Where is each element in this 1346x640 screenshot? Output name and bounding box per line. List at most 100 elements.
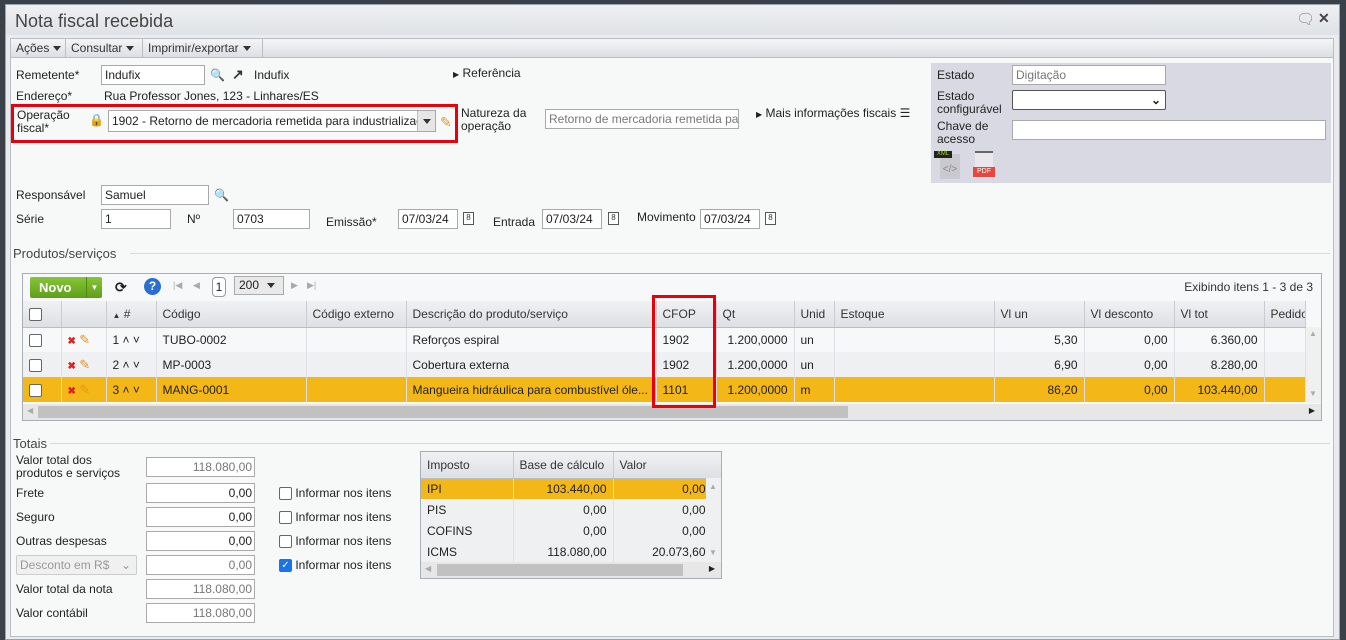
checkbox[interactable] xyxy=(279,487,292,501)
delete-icon[interactable]: ✖ xyxy=(68,361,76,372)
consultar-menu[interactable]: Consultar xyxy=(66,39,143,57)
search-icon[interactable]: 🔍 xyxy=(214,188,229,202)
delete-icon[interactable]: ✖ xyxy=(68,386,76,397)
informar-nos-itens-checkbox[interactable]: Informar nos itens xyxy=(279,511,391,525)
column-header-base[interactable]: Base de cálculo xyxy=(513,452,614,479)
table-row[interactable]: PIS 0,00 0,00 xyxy=(421,499,707,520)
table-row[interactable]: ICMS 118.080,00 20.073,60 xyxy=(421,541,707,562)
external-link-icon[interactable]: ↗ xyxy=(232,67,244,81)
column-header-codigo-externo[interactable]: Código externo xyxy=(306,301,407,328)
frete-input[interactable]: 0,00 xyxy=(146,483,255,503)
remetente-link[interactable]: Indufix xyxy=(254,69,289,82)
move-up-icon[interactable]: ˄ xyxy=(123,333,130,347)
outras-despesas-input[interactable]: 0,00 xyxy=(146,531,255,551)
column-header-valor[interactable]: Valor xyxy=(613,452,707,479)
chave-input[interactable] xyxy=(1012,120,1326,140)
vertical-scrollbar[interactable]: ▲ ▼ xyxy=(706,478,721,562)
seguro-input[interactable]: 0,00 xyxy=(146,507,255,527)
move-down-icon[interactable]: ˅ xyxy=(133,333,140,347)
page-input[interactable]: 1 xyxy=(212,277,226,297)
informar-nos-itens-checkbox[interactable]: Informar nos itens xyxy=(279,487,391,501)
pdf-download-icon[interactable]: PDF xyxy=(973,151,997,179)
desconto-type-select[interactable]: Desconto em R$ ⌄ xyxy=(16,555,137,575)
imprimir-menu[interactable]: Imprimir/exportar xyxy=(143,39,263,57)
comment-icon[interactable]: 🗨 xyxy=(1296,10,1315,28)
column-header-vl-tot[interactable]: Vl tot xyxy=(1174,301,1265,328)
pencil-icon[interactable]: ✎ xyxy=(79,382,90,397)
move-down-icon[interactable]: ˅ xyxy=(133,358,140,372)
calendar-icon[interactable]: 8 xyxy=(765,212,776,225)
remetente-input[interactable]: Indufix xyxy=(101,65,205,85)
help-icon[interactable]: ? xyxy=(144,278,161,295)
pencil-icon[interactable]: ✎ xyxy=(440,115,452,129)
move-up-icon[interactable]: ˄ xyxy=(123,358,130,372)
responsavel-input[interactable]: Samuel xyxy=(101,185,209,205)
dropdown-icon[interactable] xyxy=(417,111,435,131)
row-checkbox[interactable] xyxy=(23,352,62,377)
column-header-vl-desconto[interactable]: Vl desconto xyxy=(1084,301,1175,328)
informar-nos-itens-checkbox[interactable]: ✓ Informar nos itens xyxy=(279,559,391,573)
search-icon[interactable]: 🔍 xyxy=(210,68,225,82)
column-header-codigo[interactable]: Código xyxy=(156,301,307,328)
serie-input[interactable]: 1 xyxy=(101,209,171,229)
operacao-label: Operação fiscal* xyxy=(17,108,70,135)
entrada-input[interactable]: 07/03/24 xyxy=(542,209,602,229)
checkbox[interactable]: ✓ xyxy=(279,559,292,573)
emissao-input[interactable]: 07/03/24 xyxy=(398,209,458,229)
movimento-input[interactable]: 07/03/24 xyxy=(700,209,760,229)
first-page-icon[interactable]: |◀ xyxy=(173,280,182,291)
novo-button[interactable]: Novo ▼ xyxy=(30,277,102,298)
vertical-scrollbar[interactable]: ▲ ▼ xyxy=(1306,327,1321,403)
column-header-qt[interactable]: Qt xyxy=(716,301,795,328)
cell-vl-desconto: 0,00 xyxy=(1084,352,1175,377)
pencil-icon[interactable]: ✎ xyxy=(79,332,90,347)
table-row[interactable]: COFINS 0,00 0,00 xyxy=(421,520,707,541)
select-all-checkbox[interactable] xyxy=(23,301,62,328)
estado-input[interactable]: Digitação xyxy=(1012,65,1166,85)
valor-nota-input[interactable]: 118.080,00 xyxy=(146,579,255,599)
row-actions: ✖ ✎ xyxy=(61,352,107,377)
horizontal-scrollbar[interactable]: ◀ ▶ xyxy=(421,562,721,578)
natureza-input[interactable]: Retorno de mercadoria remetida para indu… xyxy=(545,109,739,129)
column-header-estoque[interactable]: Estoque xyxy=(834,301,995,328)
novo-dropdown-icon[interactable]: ▼ xyxy=(86,277,102,298)
checkbox[interactable] xyxy=(279,535,292,549)
move-down-icon[interactable]: ˅ xyxy=(133,383,140,397)
informar-nos-itens-checkbox[interactable]: Informar nos itens xyxy=(279,535,391,549)
next-page-icon[interactable]: ▶ xyxy=(291,280,298,291)
operacao-select[interactable]: 1902 - Retorno de mercadoria remetida pa… xyxy=(108,110,436,132)
numero-input[interactable]: 0703 xyxy=(233,209,310,229)
cell-descricao: Mangueira hidráulica para combustível ól… xyxy=(406,377,657,402)
column-header-vl-un[interactable]: Vl un xyxy=(994,301,1085,328)
mais-info-toggle[interactable]: ▶ Mais informações fiscais ☰ xyxy=(756,107,910,121)
xml-download-icon[interactable]: </> XML xyxy=(934,151,962,179)
table-row[interactable]: IPI 103.440,00 0,00 xyxy=(421,478,707,499)
estado-configuravel-select[interactable]: ⌄ xyxy=(1012,90,1166,110)
acoes-menu[interactable]: Ações xyxy=(11,39,66,57)
caret-down-icon xyxy=(53,46,62,52)
column-header-descricao[interactable]: Descrição do produto/serviço xyxy=(406,301,657,328)
move-up-icon[interactable]: ˄ xyxy=(123,383,130,397)
valor-produtos-input[interactable]: 118.080,00 xyxy=(146,457,255,477)
valor-contabil-input[interactable]: 118.080,00 xyxy=(146,603,255,623)
pencil-icon[interactable]: ✎ xyxy=(79,357,90,372)
refresh-icon[interactable]: ⟳ xyxy=(115,279,127,296)
prev-page-icon[interactable]: ◀ xyxy=(193,280,200,291)
close-icon[interactable]: ✕ xyxy=(1318,10,1330,27)
calendar-icon[interactable]: 8 xyxy=(463,212,474,225)
referencia-toggle[interactable]: ▶ Referência xyxy=(453,67,521,81)
column-header-number[interactable]: ▲ # xyxy=(106,301,157,328)
last-page-icon[interactable]: ▶| xyxy=(307,280,316,291)
page-size-select[interactable]: 200 xyxy=(234,276,284,295)
cell-codigo: MANG-0001 xyxy=(156,377,307,402)
row-checkbox[interactable] xyxy=(23,327,62,352)
referencia-label: Referência xyxy=(462,66,521,80)
desconto-input[interactable]: 0,00 xyxy=(146,555,255,575)
column-header-unid[interactable]: Unid xyxy=(794,301,835,328)
calendar-icon[interactable]: 8 xyxy=(608,212,619,225)
row-checkbox[interactable] xyxy=(23,377,62,402)
column-header-pedido[interactable]: Pedido xyxy=(1264,301,1306,328)
delete-icon[interactable]: ✖ xyxy=(68,336,76,347)
checkbox[interactable] xyxy=(279,511,292,525)
column-header-imposto[interactable]: Imposto xyxy=(421,452,514,479)
